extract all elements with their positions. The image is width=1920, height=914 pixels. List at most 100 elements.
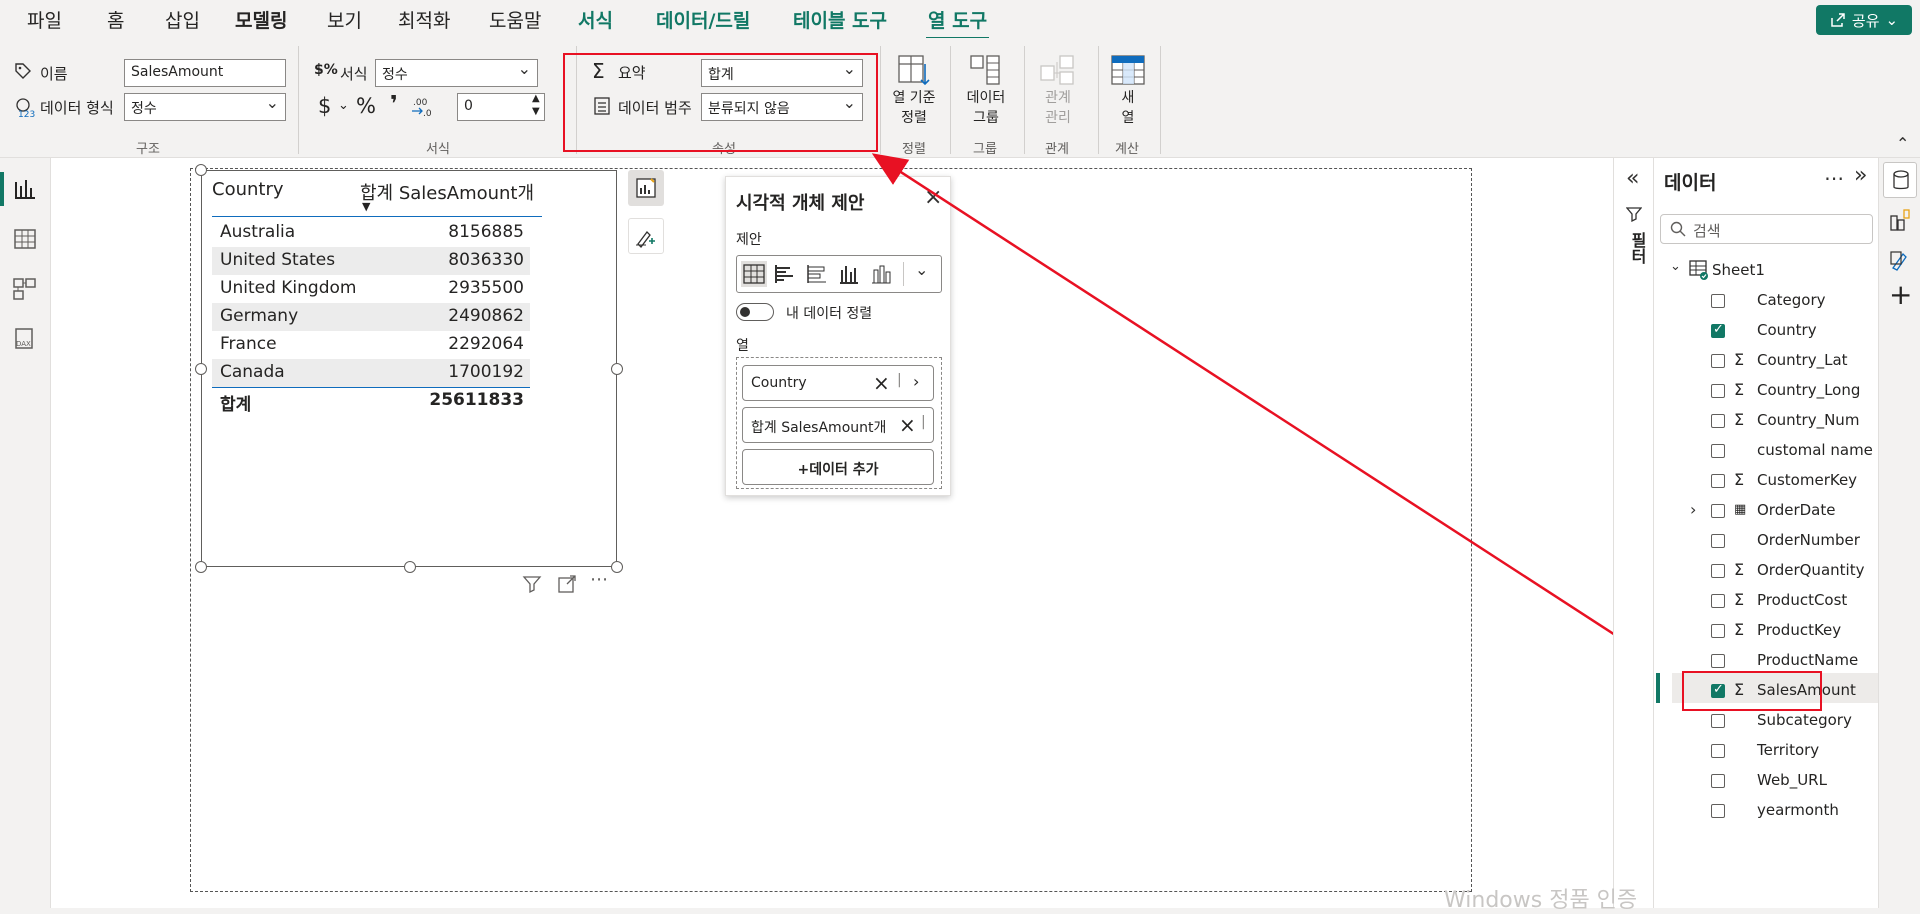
- chevron-down-icon[interactable]: ⌄: [1670, 259, 1681, 274]
- comma-button[interactable]: ❜: [390, 92, 398, 117]
- add-data-button[interactable]: +데이터 추가: [742, 449, 934, 485]
- tab-insert[interactable]: 삽입: [165, 6, 200, 33]
- field-item[interactable]: Country: [1654, 316, 1879, 346]
- name-input[interactable]: SalesAmount: [124, 59, 286, 87]
- data-groups-button[interactable]: 데이터 그룹: [955, 52, 1017, 128]
- add-pane-icon[interactable]: +: [1889, 278, 1912, 311]
- format-select[interactable]: 정수: [375, 59, 538, 87]
- remove-icon[interactable]: ×: [897, 413, 918, 437]
- resize-handle[interactable]: [611, 561, 623, 573]
- model-view-icon[interactable]: [12, 276, 38, 302]
- resize-handle[interactable]: [195, 363, 207, 375]
- field-item[interactable]: customal name: [1654, 436, 1879, 466]
- field-item[interactable]: Σ Country_Long: [1654, 376, 1879, 406]
- field-checkbox[interactable]: [1711, 384, 1725, 398]
- tab-file[interactable]: 파일: [27, 6, 62, 33]
- column-chip-sales[interactable]: 합계 SalesAmount개 × |: [742, 407, 934, 443]
- field-checkbox[interactable]: [1711, 714, 1725, 728]
- spin-up-icon[interactable]: ▲: [532, 93, 540, 104]
- table-header-country[interactable]: Country: [212, 179, 284, 200]
- expand-filters-icon[interactable]: «: [1626, 166, 1639, 191]
- sort-my-data-toggle[interactable]: [736, 303, 774, 321]
- tab-format[interactable]: 서식: [578, 6, 613, 33]
- field-checkbox[interactable]: [1711, 594, 1725, 608]
- format-pane-icon[interactable]: [1889, 248, 1911, 272]
- tab-data-drill[interactable]: 데이터/드릴: [656, 6, 750, 33]
- column-chip-country[interactable]: Country × | ›: [742, 365, 934, 401]
- resize-handle[interactable]: [195, 561, 207, 573]
- tab-home[interactable]: 홈: [107, 6, 124, 33]
- manage-relationships-button[interactable]: 관계 관리: [1028, 52, 1088, 128]
- chevron-right-icon[interactable]: ›: [1690, 500, 1696, 519]
- collapse-ribbon-icon[interactable]: ⌃: [1896, 134, 1909, 153]
- field-checkbox[interactable]: [1711, 414, 1725, 428]
- table-visual[interactable]: Country 합계 SalesAmount개 ▼ Australia 81568…: [195, 164, 623, 573]
- more-options-icon[interactable]: ⋯: [590, 569, 608, 590]
- field-item[interactable]: Σ CustomerKey: [1654, 466, 1879, 496]
- resize-handle[interactable]: [404, 561, 416, 573]
- field-checkbox[interactable]: [1711, 774, 1725, 788]
- stacked-bar-option-icon[interactable]: [805, 262, 829, 286]
- remove-icon[interactable]: ×: [873, 371, 890, 395]
- field-checkbox[interactable]: [1711, 474, 1725, 488]
- field-item[interactable]: Σ Country_Num: [1654, 406, 1879, 436]
- report-canvas[interactable]: Country 합계 SalesAmount개 ▼ Australia 81568…: [51, 158, 1613, 908]
- data-pane-tab[interactable]: [1883, 162, 1917, 198]
- tab-view[interactable]: 보기: [327, 6, 362, 33]
- spin-down-icon[interactable]: ▼: [532, 106, 540, 117]
- tab-column-tools[interactable]: 열 도구: [925, 6, 990, 40]
- resize-handle[interactable]: [195, 164, 207, 176]
- field-item[interactable]: Σ OrderQuantity: [1654, 556, 1879, 586]
- field-item[interactable]: yearmonth: [1654, 796, 1879, 826]
- field-item[interactable]: Territory: [1654, 736, 1879, 766]
- decimal-places-icon[interactable]: .00.0: [410, 96, 434, 118]
- percent-button[interactable]: %: [356, 94, 376, 118]
- data-type-select[interactable]: 정수: [124, 93, 286, 121]
- table-visual-option-icon[interactable]: [740, 260, 768, 288]
- focus-mode-icon[interactable]: [557, 574, 577, 594]
- field-checkbox[interactable]: [1711, 624, 1725, 638]
- collapse-pane-icon[interactable]: »: [1854, 163, 1867, 188]
- field-checkbox[interactable]: [1711, 534, 1725, 548]
- resize-handle[interactable]: [611, 363, 623, 375]
- report-view-icon[interactable]: [12, 176, 38, 202]
- stacked-column-option-icon[interactable]: [869, 262, 893, 286]
- tab-modeling[interactable]: 모델링: [235, 6, 287, 33]
- field-item[interactable]: Category: [1654, 286, 1879, 316]
- field-checkbox[interactable]: [1711, 322, 1725, 338]
- field-item[interactable]: › ▦ OrderDate: [1654, 496, 1879, 526]
- field-checkbox[interactable]: [1711, 804, 1725, 818]
- field-checkbox[interactable]: [1711, 444, 1725, 458]
- filters-pane-collapsed[interactable]: « 필터: [1613, 158, 1653, 908]
- field-item[interactable]: Web_URL: [1654, 766, 1879, 796]
- clustered-bar-option-icon[interactable]: [773, 262, 797, 286]
- tab-optimize[interactable]: 최적화: [398, 6, 450, 33]
- suggest-visual-button[interactable]: [628, 170, 664, 206]
- close-icon[interactable]: ×: [924, 185, 942, 210]
- new-column-button[interactable]: 새 열: [1100, 52, 1156, 128]
- chevron-right-icon[interactable]: ›: [913, 372, 919, 391]
- field-item[interactable]: Σ Country_Lat: [1654, 346, 1879, 376]
- currency-button[interactable]: $: [318, 94, 331, 118]
- share-button[interactable]: 공유 ⌄: [1816, 5, 1912, 35]
- field-checkbox[interactable]: [1711, 294, 1725, 308]
- chevron-down-icon[interactable]: ⌄: [915, 260, 928, 279]
- tab-help[interactable]: 도움말: [489, 6, 541, 33]
- tab-table-tools[interactable]: 테이블 도구: [793, 6, 887, 33]
- table-view-icon[interactable]: [12, 226, 38, 252]
- field-checkbox[interactable]: [1711, 354, 1725, 368]
- field-checkbox[interactable]: [1711, 564, 1725, 578]
- format-visual-button[interactable]: [628, 218, 664, 254]
- more-options-icon[interactable]: ⋯: [1824, 166, 1844, 190]
- field-checkbox[interactable]: [1711, 744, 1725, 758]
- field-checkbox[interactable]: [1711, 504, 1725, 518]
- column-chart-option-icon[interactable]: [837, 262, 861, 286]
- field-item[interactable]: OrderNumber: [1654, 526, 1879, 556]
- dax-query-view-icon[interactable]: DAX: [12, 326, 38, 352]
- chevron-down-icon[interactable]: ⌄: [338, 98, 349, 113]
- search-input[interactable]: 검색: [1693, 220, 1721, 241]
- visualizations-icon[interactable]: [1889, 208, 1911, 232]
- table-header-sales[interactable]: 합계 SalesAmount개: [360, 179, 534, 205]
- field-checkbox[interactable]: [1711, 654, 1725, 668]
- field-item[interactable]: Σ ProductKey: [1654, 616, 1879, 646]
